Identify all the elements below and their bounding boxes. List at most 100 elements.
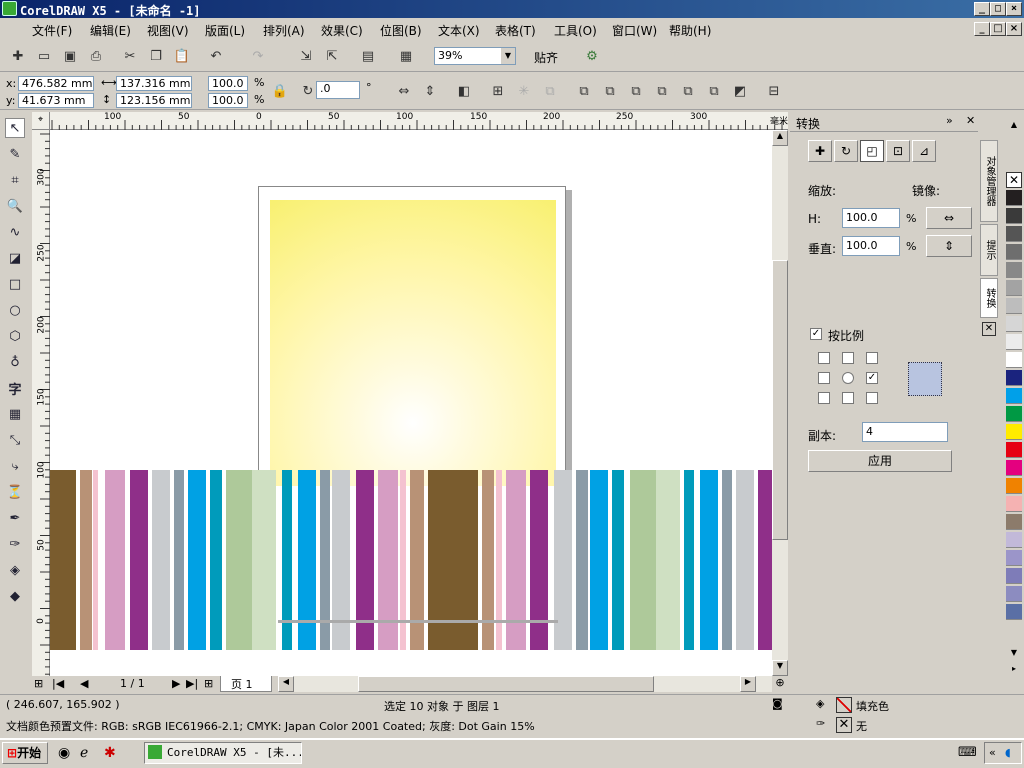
anchor-top-right[interactable] (866, 352, 878, 364)
vertical-scrollbar[interactable]: ▲ ▼ (772, 130, 788, 676)
color-stripe[interactable] (50, 470, 76, 650)
shape-tool-icon[interactable]: ✎ (5, 144, 25, 164)
color-stripe[interactable] (576, 470, 588, 650)
color-stripe[interactable] (130, 470, 148, 650)
mirror-horizontal-button[interactable]: ⇔ (926, 207, 972, 229)
outline-pen-tool-icon[interactable]: ✑ (5, 534, 25, 554)
chevron-down-icon[interactable]: ▼ (501, 48, 515, 64)
anchor-middle-right[interactable]: ✓ (866, 372, 878, 384)
welcome-screen-icon[interactable]: ▦ (396, 46, 416, 66)
color-profile-info[interactable]: 文档颜色预置文件: RGB: sRGB IEC61966-2.1; CMYK: … (6, 718, 535, 734)
minimize-button[interactable]: _ (974, 2, 990, 16)
color-stripe[interactable] (400, 470, 406, 650)
menu-tools[interactable]: 工具(O) (554, 22, 597, 39)
color-swatch[interactable] (1006, 370, 1022, 386)
palette-scroll-down-icon[interactable]: ▼ (1006, 648, 1022, 662)
color-stripe[interactable] (736, 470, 754, 650)
menu-effects[interactable]: 效果(C) (321, 22, 363, 39)
color-stripe[interactable] (298, 470, 316, 650)
color-stripe[interactable] (684, 470, 694, 650)
color-swatch[interactable] (1006, 262, 1022, 278)
menu-window[interactable]: 窗口(W) (612, 22, 657, 39)
color-swatch[interactable] (1006, 550, 1022, 566)
color-stripe[interactable] (506, 470, 526, 650)
color-swatch[interactable] (1006, 532, 1022, 548)
basic-shapes-tool-icon[interactable]: ♁ (5, 352, 25, 372)
color-swatch[interactable] (1006, 496, 1022, 512)
scroll-left-button[interactable]: ◀ (278, 676, 294, 692)
horizontal-scrollbar[interactable]: ◀ ▶ (278, 676, 772, 692)
freehand-tool-icon[interactable]: ∿ (5, 222, 25, 242)
paste-icon[interactable]: 📋 (172, 46, 192, 66)
color-stripe[interactable] (496, 470, 502, 650)
no-color-swatch[interactable]: ✕ (1006, 172, 1022, 188)
blend-tool-icon[interactable]: ⏳ (5, 482, 25, 502)
print-icon[interactable]: ⎙ (86, 46, 106, 66)
color-stripe[interactable] (554, 470, 572, 650)
scroll-thumb[interactable] (772, 260, 788, 540)
copy-icon[interactable]: ❐ (146, 46, 166, 66)
color-stripe[interactable] (612, 470, 624, 650)
color-stripe[interactable] (700, 470, 718, 650)
color-swatch[interactable] (1006, 352, 1022, 368)
color-swatch[interactable] (1006, 190, 1022, 206)
color-swatch[interactable] (1006, 442, 1022, 458)
save-icon[interactable]: ▣ (60, 46, 80, 66)
intersect-icon[interactable]: ⧉ (626, 81, 646, 101)
crop-tool-icon[interactable]: ⌗ (5, 170, 25, 190)
ungroup-icon[interactable]: ⊞ (488, 81, 508, 101)
export-icon[interactable]: ⇱ (322, 46, 342, 66)
doc-minimize-button[interactable]: _ (974, 22, 990, 36)
color-swatch[interactable] (1006, 406, 1022, 422)
palette-scroll-up-icon[interactable]: ▲ (1006, 120, 1022, 134)
color-stripe[interactable] (378, 470, 398, 650)
tab-transformation[interactable]: 转换 (980, 278, 998, 318)
menu-file[interactable]: 文件(F) (32, 22, 72, 39)
snap-status-icon[interactable]: ◙ (772, 697, 783, 710)
scroll-up-button[interactable]: ▲ (772, 130, 788, 146)
keyboard-icon[interactable]: ⌨ (958, 745, 977, 760)
skew-mode-icon[interactable]: ⊿ (912, 140, 936, 162)
last-page-icon[interactable]: ▶| (186, 677, 198, 690)
copies-field[interactable]: 4 (862, 422, 948, 442)
tab-object-manager[interactable]: 对象管理器 (980, 140, 998, 222)
page-tab[interactable]: 页 1 (220, 676, 272, 692)
v-scale-field[interactable]: 100.0 (842, 236, 900, 256)
menu-arrange[interactable]: 排列(A) (263, 22, 305, 39)
polygon-tool-icon[interactable]: ⬡ (5, 326, 25, 346)
ellipse-tool-icon[interactable]: ○ (5, 300, 25, 320)
import-icon[interactable]: ⇲ (296, 46, 316, 66)
position-mode-icon[interactable]: ✚ (808, 140, 832, 162)
dimension-tool-icon[interactable]: ⤡ (5, 430, 25, 450)
color-swatch[interactable] (1006, 568, 1022, 584)
apply-button[interactable]: 应用 (808, 450, 952, 472)
connector-tool-icon[interactable]: ⤷ (5, 456, 25, 476)
rotate-mode-icon[interactable]: ↻ (834, 140, 858, 162)
h-scale-field[interactable]: 100.0 (842, 208, 900, 228)
tab-hints[interactable]: 提示 (980, 224, 998, 276)
horizontal-ruler[interactable]: 100 50 0 50 100 150 200 250 300 毫米 (50, 112, 788, 130)
color-swatch[interactable] (1006, 460, 1022, 476)
color-swatch[interactable] (1006, 298, 1022, 314)
color-stripe[interactable] (530, 470, 548, 650)
color-swatch[interactable] (1006, 604, 1022, 620)
fill-tool-icon[interactable]: ◈ (5, 560, 25, 580)
docker-close-icon[interactable]: ✕ (966, 114, 975, 127)
doc-restore-button[interactable]: □ (990, 22, 1006, 36)
new-document-icon[interactable]: ✚ (8, 46, 28, 66)
color-stripe[interactable] (356, 470, 374, 650)
scroll-right-button[interactable]: ▶ (740, 676, 756, 692)
snap-to-dropdown[interactable]: 贴齐 (534, 49, 558, 66)
weld-icon[interactable]: ⧉ (574, 81, 594, 101)
taskbar-coreldraw-button[interactable]: CorelDRAW X5 - [未... (144, 742, 302, 764)
back-minus-front-icon[interactable]: ⧉ (704, 81, 724, 101)
height-field[interactable]: 123.156 mm (116, 93, 192, 108)
application-launcher-icon[interactable]: ▤ (358, 46, 378, 66)
color-stripe[interactable] (80, 470, 92, 650)
add-page-icon[interactable]: ⊞ (34, 677, 43, 690)
undo-icon[interactable]: ↶ (206, 46, 226, 66)
anchor-bottom-left[interactable] (818, 392, 830, 404)
anchor-middle-left[interactable] (818, 372, 830, 384)
prev-page-icon[interactable]: ◀ (80, 677, 88, 690)
color-stripe[interactable] (174, 470, 184, 650)
